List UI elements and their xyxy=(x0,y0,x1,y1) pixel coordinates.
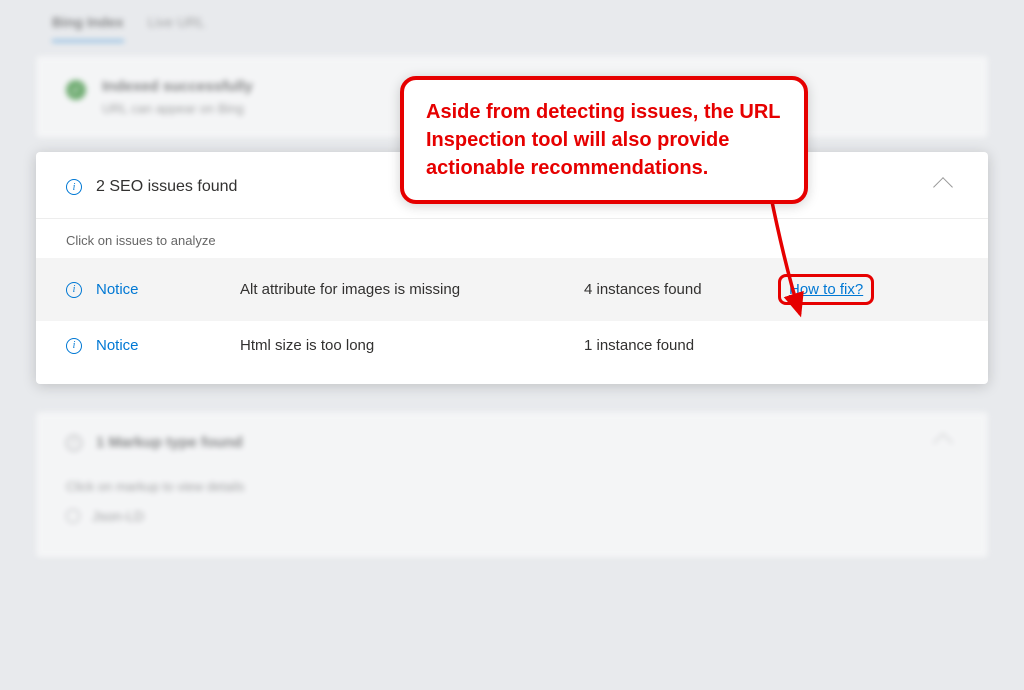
issue-description: Html size is too long xyxy=(240,337,570,354)
indexed-subtitle: URL can appear on Bing xyxy=(102,101,253,116)
issue-instances: 4 instances found xyxy=(584,281,764,298)
markup-title: 1 Markup type found xyxy=(96,434,243,451)
seo-subtitle: Click on issues to analyze xyxy=(36,218,988,258)
chevron-up-icon[interactable] xyxy=(933,177,953,197)
info-icon: i xyxy=(66,338,82,354)
issue-description: Alt attribute for images is missing xyxy=(240,281,570,298)
circle-icon xyxy=(66,509,80,523)
how-to-fix-highlight: How to fix? xyxy=(778,274,874,305)
markup-subtitle: Click on markup to view details xyxy=(36,479,958,494)
indexed-title: Indexed successfully xyxy=(102,78,253,95)
markup-header[interactable]: i 1 Markup type found xyxy=(66,434,958,451)
how-to-fix-link[interactable]: How to fix? xyxy=(789,281,863,298)
tab-bing-index[interactable]: Bing Index xyxy=(52,14,124,42)
markup-item[interactable]: Json-LD xyxy=(66,508,958,524)
info-icon: i xyxy=(66,435,82,451)
check-icon: ✓ xyxy=(66,80,86,100)
markup-card: i 1 Markup type found Click on markup to… xyxy=(36,412,988,558)
issue-row[interactable]: i Notice Html size is too long 1 instanc… xyxy=(36,321,988,370)
issue-level: Notice xyxy=(96,337,226,354)
tabs-bar: Bing Index Live URL xyxy=(18,0,1006,42)
markup-item-label: Json-LD xyxy=(92,508,144,524)
chevron-up-icon[interactable] xyxy=(933,433,953,453)
annotation-callout: Aside from detecting issues, the URL Ins… xyxy=(400,76,808,204)
issue-instances: 1 instance found xyxy=(584,337,764,354)
issue-level: Notice xyxy=(96,281,226,298)
tab-live-url[interactable]: Live URL xyxy=(148,14,206,42)
info-icon: i xyxy=(66,282,82,298)
issue-row[interactable]: i Notice Alt attribute for images is mis… xyxy=(36,258,988,321)
info-icon: i xyxy=(66,179,82,195)
seo-title: 2 SEO issues found xyxy=(96,178,237,196)
